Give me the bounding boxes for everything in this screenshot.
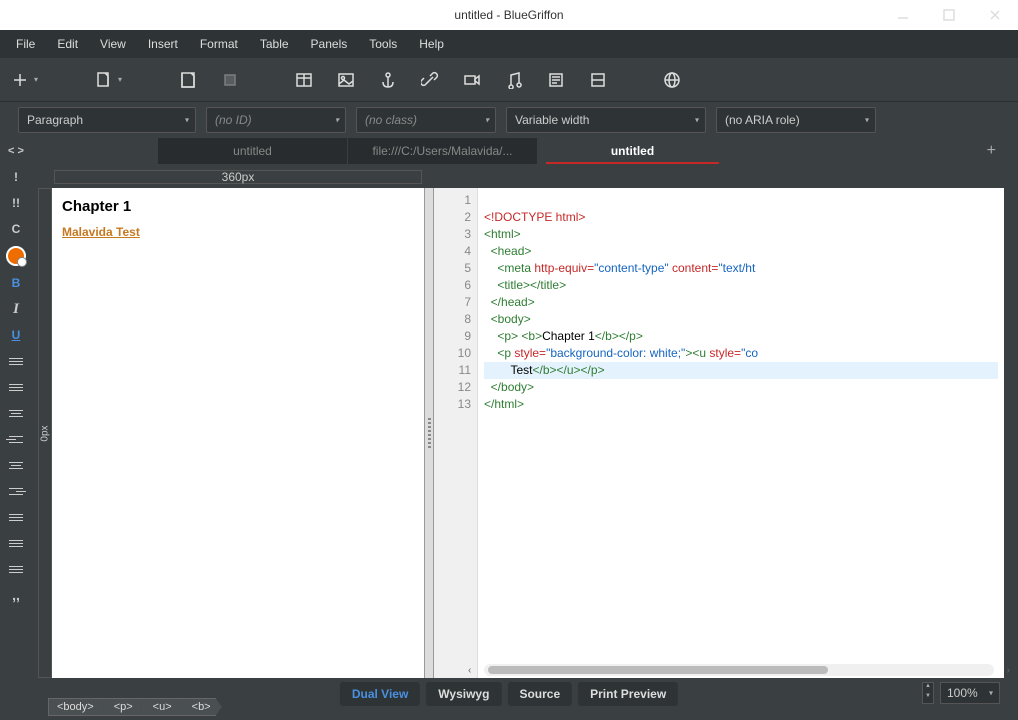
wysiwyg-pane[interactable]: Chapter 1 Malavida Test — [52, 188, 424, 678]
audio-icon[interactable] — [504, 70, 524, 90]
window-controls — [880, 0, 1018, 30]
horizontal-ruler[interactable]: 360px — [54, 170, 422, 184]
menubar: File Edit View Insert Format Table Panel… — [0, 30, 1018, 58]
code-editor[interactable]: <!DOCTYPE html><html> <head> <meta http-… — [478, 188, 1004, 678]
ordered-list-button[interactable] — [6, 378, 26, 396]
menu-edit[interactable]: Edit — [47, 33, 88, 55]
splitter[interactable] — [424, 188, 434, 678]
left-toolbar: < > ! !! C B I U ,, — [0, 138, 32, 678]
add-tab-button[interactable]: + — [987, 142, 996, 160]
indent-button[interactable] — [6, 534, 26, 552]
menu-insert[interactable]: Insert — [138, 33, 188, 55]
angle-brackets-icon[interactable]: < > — [6, 142, 26, 160]
paragraph-select[interactable]: Paragraph▾ — [18, 107, 196, 133]
breadcrumb-u[interactable]: <u> — [138, 698, 183, 716]
id-select[interactable]: (no ID)▾ — [206, 107, 346, 133]
class-select[interactable]: (no class)▾ — [356, 107, 496, 133]
horizontal-scrollbar[interactable]: ‹ › — [484, 664, 994, 676]
italic-button[interactable]: I — [6, 300, 26, 318]
close-button[interactable] — [972, 0, 1018, 30]
source-pane[interactable]: 12345678910111213 <!DOCTYPE html><html> … — [434, 188, 1004, 678]
format-bar: Paragraph▾ (no ID)▾ (no class)▾ Variable… — [0, 102, 1018, 138]
unordered-list-button[interactable] — [6, 352, 26, 370]
tab-1[interactable]: file:///C:/Users/Malavida/... — [348, 138, 538, 164]
video-icon[interactable] — [462, 70, 482, 90]
window-title: untitled - BlueGriffon — [454, 8, 563, 22]
align-center-button[interactable] — [6, 456, 26, 474]
save-button[interactable] — [178, 70, 198, 90]
form-icon[interactable] — [546, 70, 566, 90]
minimize-button[interactable] — [880, 0, 926, 30]
open-button[interactable]: ▾ — [94, 70, 114, 90]
browser-icon[interactable] — [662, 70, 682, 90]
dom-breadcrumb: <body> <p> <u> <b> — [48, 698, 222, 716]
definition-list-button[interactable] — [6, 404, 26, 422]
vertical-ruler[interactable]: 0px — [38, 188, 52, 678]
font-select[interactable]: Variable width▾ — [506, 107, 706, 133]
aria-select[interactable]: (no ARIA role)▾ — [716, 107, 876, 133]
breadcrumb-body[interactable]: <body> — [48, 698, 105, 716]
color-picker-icon[interactable] — [6, 246, 26, 266]
image-icon[interactable] — [336, 70, 356, 90]
menu-panels[interactable]: Panels — [301, 33, 358, 55]
document-tabs: untitled file:///C:/Users/Malavida/... u… — [38, 138, 1004, 164]
anchor-icon[interactable] — [378, 70, 398, 90]
menu-help[interactable]: Help — [409, 33, 454, 55]
class-c-icon[interactable]: C — [6, 220, 26, 238]
bottom-bar: Dual View Wysiwyg Source Print Preview ▲… — [0, 678, 1018, 720]
breadcrumb-p[interactable]: <p> — [99, 698, 144, 716]
justify-button[interactable] — [6, 508, 26, 526]
titlebar: untitled - BlueGriffon — [0, 0, 1018, 30]
menu-view[interactable]: View — [90, 33, 136, 55]
preview-heading: Chapter 1 — [62, 198, 414, 215]
menu-table[interactable]: Table — [250, 33, 299, 55]
bold-button[interactable]: B — [6, 274, 26, 292]
outdent-button[interactable] — [6, 560, 26, 578]
print-preview-button[interactable]: Print Preview — [578, 682, 678, 706]
dual-view-button[interactable]: Dual View — [340, 682, 420, 706]
underline-button[interactable]: U — [6, 326, 26, 344]
tab-0[interactable]: untitled — [158, 138, 348, 164]
table-icon[interactable] — [294, 70, 314, 90]
align-right-button[interactable] — [6, 482, 26, 500]
align-left-button[interactable] — [6, 430, 26, 448]
scrollbar-thumb[interactable] — [488, 666, 828, 674]
menu-file[interactable]: File — [6, 33, 45, 55]
tab-2[interactable]: untitled — [538, 138, 728, 164]
maximize-button[interactable] — [926, 0, 972, 30]
zoom-spinner[interactable]: ▲▼ — [922, 682, 934, 704]
double-important-icon[interactable]: !! — [6, 194, 26, 212]
menu-tools[interactable]: Tools — [359, 33, 407, 55]
source-view-button[interactable]: Source — [507, 682, 572, 706]
stop-button[interactable] — [220, 70, 240, 90]
menu-format[interactable]: Format — [190, 33, 248, 55]
toolbar: ▾ ▾ — [0, 58, 1018, 102]
line-gutter: 12345678910111213 — [434, 188, 478, 678]
important-icon[interactable]: ! — [6, 168, 26, 186]
link-icon[interactable] — [420, 70, 440, 90]
hr-icon[interactable] — [588, 70, 608, 90]
wysiwyg-view-button[interactable]: Wysiwyg — [426, 682, 501, 706]
quote-icon[interactable]: ,, — [6, 586, 26, 604]
new-button[interactable]: ▾ — [10, 70, 30, 90]
preview-text: Malavida Test — [62, 225, 414, 239]
zoom-select[interactable]: 100%▾ — [940, 682, 1000, 704]
breadcrumb-b[interactable]: <b> — [177, 698, 222, 716]
